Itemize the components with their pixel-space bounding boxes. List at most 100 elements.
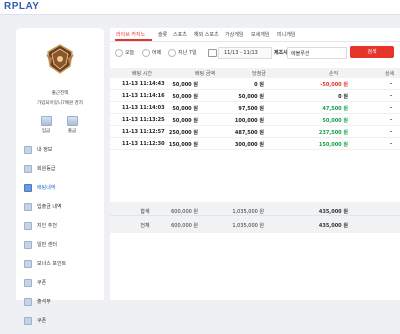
filter-bar: 오늘 어제 지난 7일 11/13 - 11/13 제조사: 에볼루션 검색 bbox=[110, 46, 400, 60]
sidebar-item-referral[interactable]: 지인 추천 bbox=[22, 220, 102, 239]
center-icon bbox=[24, 241, 32, 249]
radio-last-7-days-label: 지난 7일 bbox=[178, 50, 197, 56]
bet-amount: 50,000 원 bbox=[172, 106, 198, 112]
site-logo[interactable]: RPLAY bbox=[4, 1, 39, 12]
provider-select-value: 에볼루션 bbox=[291, 51, 310, 57]
tab-bose-game[interactable]: 보세게임 bbox=[251, 31, 269, 38]
total-row: 전체 600,000 원 1,035,000 원 435,000 원 bbox=[110, 215, 400, 233]
profit-amount: 150,000 원 bbox=[318, 142, 348, 148]
sidebar-item-coupon[interactable]: 쿠폰 bbox=[22, 277, 102, 296]
table-row: 11-13 11:13:25 50,000 원 100,000 원 50,000… bbox=[110, 114, 400, 126]
provider-select[interactable]: 에볼루션 bbox=[287, 47, 347, 59]
sidebar-item-grade[interactable]: 회원등급 bbox=[22, 163, 102, 182]
sidebar-item-betting-history[interactable]: 배팅내역 bbox=[22, 182, 102, 201]
tab-live-casino[interactable]: 라이브 카지노 bbox=[116, 31, 145, 38]
sidebar-item-label: 배팅내역 bbox=[37, 185, 56, 191]
sidebar-item-my-info[interactable]: 내 정보 bbox=[22, 144, 102, 163]
transaction-icon bbox=[24, 203, 32, 211]
withdraw-label: 출금 bbox=[67, 129, 77, 134]
table-row: 11-13 11:14:03 50,000 원 97,500 원 47,500 … bbox=[110, 102, 400, 114]
column-header: 상세 bbox=[385, 71, 395, 77]
detail-link[interactable]: - bbox=[382, 129, 400, 135]
user-balance: 가입되어있니7예원 경지 bbox=[37, 101, 83, 106]
sidebar-item-bonus-point[interactable]: 보너스 포인트 bbox=[22, 258, 102, 277]
withdraw-icon bbox=[66, 116, 78, 126]
date-range-value: 11/13 - 11/13 bbox=[224, 50, 258, 56]
detail-link[interactable]: - bbox=[382, 93, 400, 99]
tab-mini-game[interactable]: 미니게임 bbox=[277, 31, 295, 38]
sidebar-item-label: 보너스 포인트 bbox=[37, 261, 67, 267]
bet-time: 11-13 11:12:57 bbox=[122, 129, 165, 135]
total-profit: 435,000 원 bbox=[318, 223, 348, 229]
sidebar-item-label: 회원등급 bbox=[37, 166, 56, 172]
detail-link[interactable]: - bbox=[382, 117, 400, 123]
table-header: 배팅 시간 배팅 금액 당첨금 손익 상세 bbox=[110, 68, 400, 78]
sidebar-item-coupon-2[interactable]: 쿠폰 bbox=[22, 315, 102, 334]
sidebar-item-label: 지인 추천 bbox=[37, 223, 57, 229]
sidebar-item-label: 입출금 내역 bbox=[37, 204, 62, 210]
tab-sports[interactable]: 스포츠 bbox=[173, 31, 187, 38]
radio-yesterday[interactable] bbox=[142, 49, 150, 57]
betting-history-icon bbox=[24, 184, 32, 192]
coupon-icon bbox=[24, 317, 32, 325]
table-row: 11-13 11:12:30 150,000 원 300,000 원 150,0… bbox=[110, 138, 400, 150]
tab-slot[interactable]: 슬롯 bbox=[158, 31, 167, 38]
sidebar-item-transactions[interactable]: 입출금 내역 bbox=[22, 201, 102, 220]
profit-amount: 47,500 원 bbox=[322, 106, 348, 112]
grade-icon bbox=[24, 165, 32, 173]
profit-amount: 237,500 원 bbox=[318, 130, 348, 136]
radio-today-label: 오늘 bbox=[125, 50, 135, 56]
radio-today[interactable] bbox=[115, 49, 123, 57]
detail-link[interactable]: - bbox=[382, 81, 400, 87]
tab-overseas-sports[interactable]: 해외 스포츠 bbox=[194, 31, 219, 38]
radio-last-7-days[interactable] bbox=[168, 49, 176, 57]
bet-time: 11-13 11:14:16 bbox=[122, 93, 165, 99]
bet-amount: 50,000 원 bbox=[172, 94, 198, 100]
game-tabs: 라이브 카지노 슬롯 스포츠 해외 스포츠 가상게임 보세게임 미니게임 bbox=[110, 28, 400, 42]
sidebar-item-attendance[interactable]: 출석부 bbox=[22, 296, 102, 315]
win-amount: 300,000 원 bbox=[234, 142, 264, 148]
calendar-icon[interactable] bbox=[208, 49, 217, 57]
sidebar-item-label: 쿠폰 bbox=[37, 318, 47, 324]
sidebar-menu: 내 정보 회원등급 배팅내역 입출금 내역 지인 추천 일반 센터 보너스 포인… bbox=[22, 144, 102, 334]
sidebar-item-center[interactable]: 일반 센터 bbox=[22, 239, 102, 258]
rank-badge-icon bbox=[46, 44, 74, 74]
sidebar-item-label: 내 정보 bbox=[37, 147, 53, 153]
sidebar-item-label: 일반 센터 bbox=[37, 242, 57, 248]
table-body: 11-13 11:14:43 50,000 원 0 원 -50,000 원 - … bbox=[110, 78, 400, 150]
active-tab-indicator bbox=[115, 39, 152, 41]
bet-time: 11-13 11:13:25 bbox=[122, 117, 165, 123]
bet-time: 11-13 11:14:03 bbox=[122, 105, 165, 111]
bet-time: 11-13 11:12:30 bbox=[122, 141, 165, 147]
profit-amount: -50,000 원 bbox=[320, 82, 348, 88]
table-row: 11-13 11:12:57 250,000 원 487,500 원 237,5… bbox=[110, 126, 400, 138]
attendance-icon bbox=[24, 298, 32, 306]
user-name: 출근전액 bbox=[51, 91, 69, 96]
top-bar: RPLAY bbox=[0, 0, 400, 15]
total-label: 전체 bbox=[140, 223, 150, 229]
sidebar-item-label: 출석부 bbox=[37, 299, 51, 305]
profit-amount: 50,000 원 bbox=[322, 118, 348, 124]
deposit-icon bbox=[40, 116, 52, 126]
coupon-icon bbox=[24, 279, 32, 287]
detail-link[interactable]: - bbox=[382, 105, 400, 111]
referral-icon bbox=[24, 222, 32, 230]
column-header: 당첨금 bbox=[252, 71, 266, 77]
betting-history-panel: 라이브 카지노 슬롯 스포츠 해외 스포츠 가상게임 보세게임 미니게임 오늘 … bbox=[110, 28, 400, 300]
date-range-input[interactable]: 11/13 - 11/13 bbox=[218, 47, 272, 59]
total-win: 1,035,000 원 bbox=[232, 223, 264, 229]
withdraw-button[interactable]: 출금 bbox=[64, 116, 80, 134]
subtotal-bet: 600,000 원 bbox=[171, 209, 198, 215]
search-button[interactable]: 검색 bbox=[350, 46, 394, 58]
win-amount: 50,000 원 bbox=[238, 94, 264, 100]
tab-virtual-game[interactable]: 가상게임 bbox=[225, 31, 243, 38]
table-row: 11-13 11:14:16 50,000 원 50,000 원 0 원 - bbox=[110, 90, 400, 102]
deposit-label: 입금 bbox=[41, 129, 51, 134]
deposit-button[interactable]: 입금 bbox=[38, 116, 54, 134]
bonus-point-icon bbox=[24, 260, 32, 268]
bet-amount: 150,000 원 bbox=[168, 142, 198, 148]
profit-amount: 0 원 bbox=[338, 94, 348, 100]
profile-icon bbox=[24, 146, 32, 154]
detail-link[interactable]: - bbox=[382, 141, 400, 147]
radio-yesterday-label: 어제 bbox=[152, 50, 162, 56]
